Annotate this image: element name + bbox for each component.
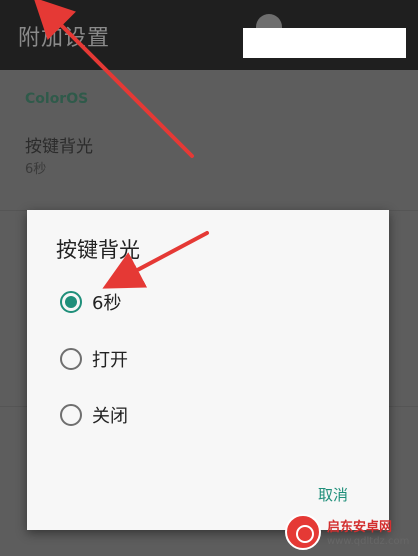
avatar bbox=[256, 14, 282, 28]
watermark-name: 启东安卓网 bbox=[327, 520, 393, 535]
option-6-seconds[interactable]: 6秒 bbox=[60, 287, 121, 317]
key-backlight-dialog: 按键背光 6秒 打开 关闭 取消 bbox=[27, 210, 389, 530]
watermark-logo-icon bbox=[285, 514, 321, 550]
radio-checked-icon[interactable] bbox=[60, 291, 82, 313]
pref-title: 按键背光 bbox=[25, 137, 93, 157]
radio-unchecked-icon[interactable] bbox=[60, 404, 82, 426]
toolbar-title: 附加设置 bbox=[18, 26, 111, 51]
watermark: 启东安卓网 www.qdltdz.com bbox=[283, 510, 413, 554]
option-label: 打开 bbox=[92, 350, 128, 371]
watermark-url: www.qdltdz.com bbox=[327, 536, 410, 547]
option-label: 6秒 bbox=[92, 293, 122, 314]
app-toolbar: 附加设置 bbox=[0, 0, 418, 70]
dialog-title: 按键背光 bbox=[56, 238, 140, 262]
radio-unchecked-icon[interactable] bbox=[60, 348, 82, 370]
cancel-button[interactable]: 取消 bbox=[312, 480, 354, 509]
option-off[interactable]: 关闭 bbox=[60, 400, 128, 430]
option-label: 关闭 bbox=[92, 406, 128, 427]
pref-summary: 6秒 bbox=[25, 162, 47, 177]
option-on[interactable]: 打开 bbox=[60, 344, 128, 374]
section-header: ColorOS bbox=[25, 91, 89, 107]
redacted-box bbox=[243, 28, 406, 58]
